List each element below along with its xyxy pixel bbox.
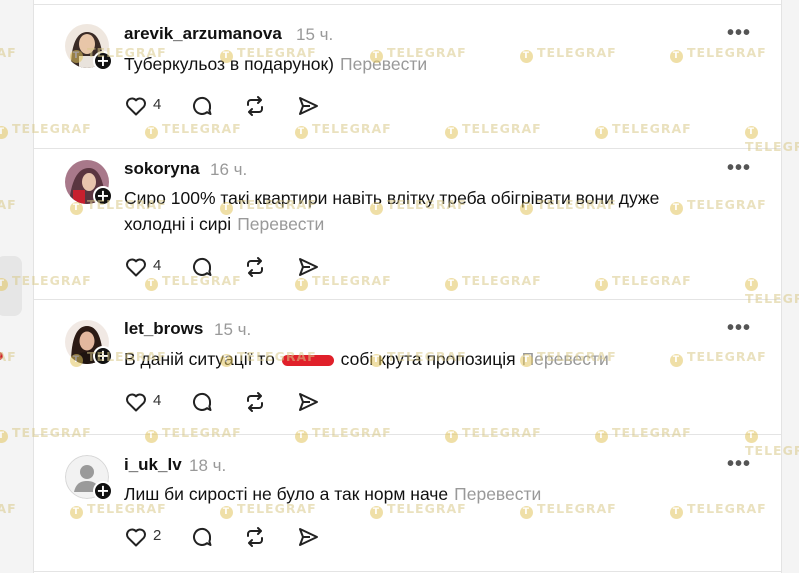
like-count: 4 [153,392,162,409]
timestamp[interactable]: 18 ч. [189,456,226,476]
comment-post: + sokoryna 16 ч. ••• Сиро 100% такі квар… [34,148,781,300]
send-icon [299,258,318,276]
follow-plus-icon[interactable]: + [93,186,113,206]
send-icon [299,528,318,546]
more-options-icon[interactable]: ••• [727,453,751,476]
reply-button[interactable] [190,94,214,118]
action-bar: 2 [124,525,324,549]
like-button[interactable]: 4 [124,390,170,414]
redaction-mark [281,354,334,366]
heart-icon [126,97,146,116]
repost-button[interactable] [243,525,267,549]
like-count: 4 [153,96,162,113]
reply-button[interactable] [190,525,214,549]
more-options-icon[interactable]: ••• [727,317,751,340]
comment-text: Лиш би сирості не було а так норм наче Пе… [124,481,724,507]
reply-button[interactable] [190,255,214,279]
send-icon [299,393,318,411]
repost-icon [247,257,263,277]
comment-body-start: В даній ситуації то [124,349,275,369]
comment-icon [193,393,212,411]
send-icon [299,97,318,115]
like-button[interactable]: 4 [124,94,170,118]
watermark: TTELEGRAF [0,197,17,215]
translate-link[interactable]: Перевести [454,484,541,504]
action-bar: 4 [124,255,324,279]
like-button[interactable]: 2 [124,525,170,549]
watermark-text: TELEGRAF [0,197,17,212]
comment-text: В даній ситуації то собі крута пропозиці… [124,346,724,372]
side-panel-handle [0,256,22,316]
repost-icon [247,527,263,547]
username[interactable]: arevik_arzumanova [124,24,282,44]
comment-icon [193,97,212,115]
comment-text: Сиро 100% такі квартири навіть влітку тр… [124,185,724,237]
more-options-icon[interactable]: ••• [727,157,751,180]
share-button[interactable] [296,390,320,414]
timestamp[interactable]: 16 ч. [210,160,247,180]
watermark-text: TELEGRAF [0,501,17,516]
action-bar: 4 [124,94,324,118]
repost-button[interactable] [243,94,267,118]
action-bar: 4 [124,390,324,414]
username[interactable]: i_uk_lv [124,455,182,475]
comment-body: Туберкульоз в подарунок) [124,54,335,74]
translate-link[interactable]: Перевести [522,349,609,369]
timestamp[interactable]: 15 ч. [296,25,333,45]
translate-link[interactable]: Перевести [237,214,324,234]
watermark: TTELEGRAF [0,349,17,367]
username[interactable]: let_brows [124,319,203,339]
username[interactable]: sokoryna [124,159,200,179]
like-count: 4 [153,257,162,274]
repost-icon [247,96,263,116]
more-options-icon[interactable]: ••• [727,22,751,45]
share-button[interactable] [296,255,320,279]
repost-icon [247,392,263,412]
comment-post: + i_uk_lv 18 ч. ••• Лиш би сирості не бу… [34,435,781,572]
heart-icon [126,393,146,412]
repost-button[interactable] [243,390,267,414]
comment-icon [193,528,212,546]
comment-text: Туберкульоз в подарунок) Перевести [124,51,724,77]
comment-icon [193,258,212,276]
watermark: TTELEGRAF [0,45,17,63]
repost-button[interactable] [243,255,267,279]
comment-body-end: собі крута пропозиція [340,349,516,369]
follow-plus-icon[interactable]: + [93,481,113,501]
comment-body: Сиро 100% такі квартири навіть влітку тр… [124,188,660,234]
comment-feed: + arevik_arzumanova 15 ч. ••• Туберкульо… [33,0,782,573]
comment-post: + arevik_arzumanova 15 ч. ••• Туберкульо… [34,4,781,149]
follow-plus-icon[interactable]: + [93,346,113,366]
translate-link[interactable]: Перевести [340,54,427,74]
watermark-text: TELEGRAF [0,45,17,60]
follow-plus-icon[interactable]: + [93,51,113,71]
timestamp[interactable]: 15 ч. [214,320,251,340]
watermark: TTELEGRAF [0,501,17,519]
like-count: 2 [153,527,162,544]
comment-body: Лиш би сирості не було а так норм наче [124,484,449,504]
heart-icon [126,528,146,547]
like-button[interactable]: 4 [124,255,170,279]
share-button[interactable] [296,94,320,118]
heart-icon [126,258,146,277]
share-button[interactable] [296,525,320,549]
notification-dot [0,352,3,360]
comment-post: + let_brows 15 ч. ••• В даній ситуації т… [34,300,781,435]
reply-button[interactable] [190,390,214,414]
